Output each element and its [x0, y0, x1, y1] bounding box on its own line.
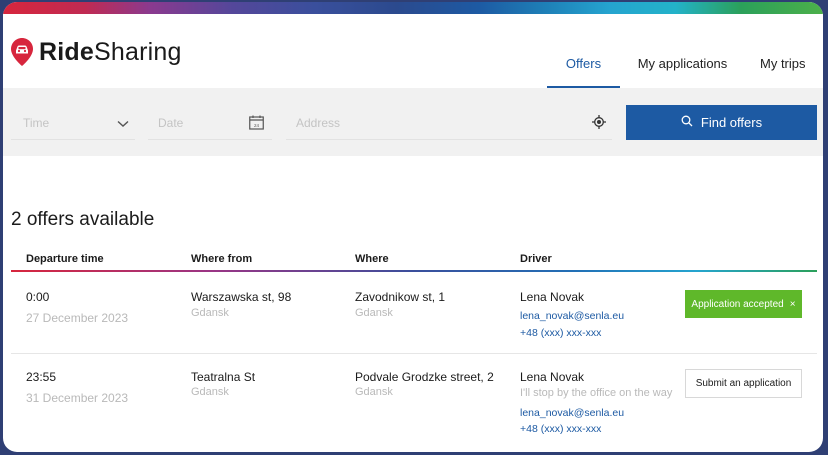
- car-pin-icon: [11, 38, 33, 66]
- driver-email[interactable]: lena_novak@senla.eu: [520, 310, 624, 322]
- table-row: 23:55 31 December 2023 Teatralna St Gdan…: [11, 354, 817, 452]
- close-icon[interactable]: ×: [790, 299, 796, 310]
- from-address: Teatralna St: [191, 370, 256, 384]
- departure-time: 0:00: [26, 290, 50, 304]
- date-field[interactable]: Date 24: [148, 106, 272, 140]
- column-header-driver: Driver: [520, 253, 552, 265]
- tab-my-applications[interactable]: My applications: [620, 14, 745, 88]
- driver-name: Lena Novak: [520, 370, 585, 384]
- time-select[interactable]: Time: [11, 106, 135, 140]
- tab-my-trips[interactable]: My trips: [745, 14, 823, 88]
- address-placeholder: Address: [296, 115, 341, 130]
- application-accepted-badge[interactable]: Application accepted ×: [685, 290, 802, 318]
- column-header-from: Where from: [191, 253, 253, 265]
- driver-name: Lena Novak: [520, 290, 585, 304]
- to-address: Podvale Grodzke street, 2: [355, 370, 494, 384]
- calendar-day: 24: [254, 123, 260, 128]
- departure-date: 27 December 2023: [26, 311, 129, 325]
- tab-offers[interactable]: Offers: [547, 14, 620, 88]
- address-input[interactable]: Address: [286, 106, 612, 140]
- search-bar: Time Date 24 Address Find offers: [3, 88, 823, 156]
- to-city: Gdansk: [355, 307, 393, 319]
- from-city: Gdansk: [191, 307, 229, 319]
- driver-note: I'll stop by the office on the way: [520, 387, 673, 399]
- departure-date: 31 December 2023: [26, 391, 129, 405]
- offers-count-heading: 2 offers available: [11, 209, 155, 230]
- search-icon: [681, 115, 693, 130]
- logo-text: RideSharing: [39, 38, 182, 66]
- brand-gradient-bar: [3, 2, 823, 14]
- driver-phone[interactable]: +48 (xxx) xxx-xxx: [520, 423, 601, 435]
- from-address: Warszawska st, 98: [191, 290, 292, 304]
- calendar-icon[interactable]: 24: [249, 115, 264, 133]
- table-row: 0:00 27 December 2023 Warszawska st, 98 …: [11, 272, 817, 354]
- app-window: RideSharing Offers My applications My tr…: [3, 2, 823, 452]
- time-placeholder: Time: [23, 115, 50, 130]
- application-accepted-label: Application accepted: [691, 298, 784, 310]
- from-city: Gdansk: [191, 386, 229, 398]
- table-header: Departure time Where from Where Driver: [11, 250, 817, 272]
- driver-email[interactable]: lena_novak@senla.eu: [520, 407, 624, 419]
- chevron-down-icon: [117, 117, 129, 131]
- logo-text-bold: Ride: [39, 38, 94, 66]
- to-city: Gdansk: [355, 386, 393, 398]
- logo[interactable]: RideSharing: [11, 38, 182, 66]
- header: RideSharing Offers My applications My tr…: [3, 14, 823, 88]
- submit-application-button[interactable]: Submit an application: [685, 369, 802, 398]
- column-header-departure: Departure time: [26, 253, 104, 265]
- locate-me-icon[interactable]: [592, 115, 606, 132]
- departure-time: 23:55: [26, 370, 57, 384]
- column-header-where: Where: [355, 253, 389, 265]
- driver-phone[interactable]: +48 (xxx) xxx-xxx: [520, 327, 601, 339]
- main-nav: Offers My applications My trips: [547, 14, 823, 88]
- logo-text-light: Sharing: [93, 38, 182, 66]
- submit-application-label: Submit an application: [695, 378, 792, 389]
- date-placeholder: Date: [158, 115, 184, 130]
- find-offers-label: Find offers: [700, 115, 763, 130]
- find-offers-button[interactable]: Find offers: [626, 105, 817, 140]
- to-address: Zavodnikow st, 1: [355, 290, 446, 304]
